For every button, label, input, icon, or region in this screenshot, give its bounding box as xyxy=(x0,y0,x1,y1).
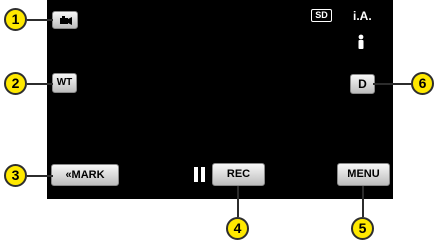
media-switch-button[interactable] xyxy=(52,11,78,29)
menu-button[interactable]: MENU xyxy=(337,163,390,186)
intelligent-auto-indicator: i.A. xyxy=(353,9,372,23)
callout-line-2 xyxy=(27,83,53,85)
callout-3: 3 xyxy=(4,164,27,187)
callout-6: 6 xyxy=(411,72,434,95)
lcd-screen: WT SD i.A. D «MARK REC MENU xyxy=(47,0,393,199)
display-button[interactable]: D xyxy=(350,74,375,94)
sd-card-indicator: SD xyxy=(311,9,332,22)
callout-line-3 xyxy=(27,175,53,177)
callout-5: 5 xyxy=(351,217,374,240)
callout-line-1 xyxy=(27,19,53,21)
callout-4: 4 xyxy=(226,217,249,240)
mark-button[interactable]: «MARK xyxy=(51,164,119,186)
callout-line-4 xyxy=(237,186,239,217)
callout-1: 1 xyxy=(4,8,27,31)
zoom-wt-button[interactable]: WT xyxy=(52,73,77,93)
person-icon xyxy=(358,34,364,49)
callout-2: 2 xyxy=(4,72,27,95)
rec-button[interactable]: REC xyxy=(212,163,265,186)
callout-line-6 xyxy=(373,83,413,85)
pause-icon xyxy=(194,167,206,182)
callout-line-5 xyxy=(362,186,364,217)
camera-media-icon xyxy=(60,16,72,25)
